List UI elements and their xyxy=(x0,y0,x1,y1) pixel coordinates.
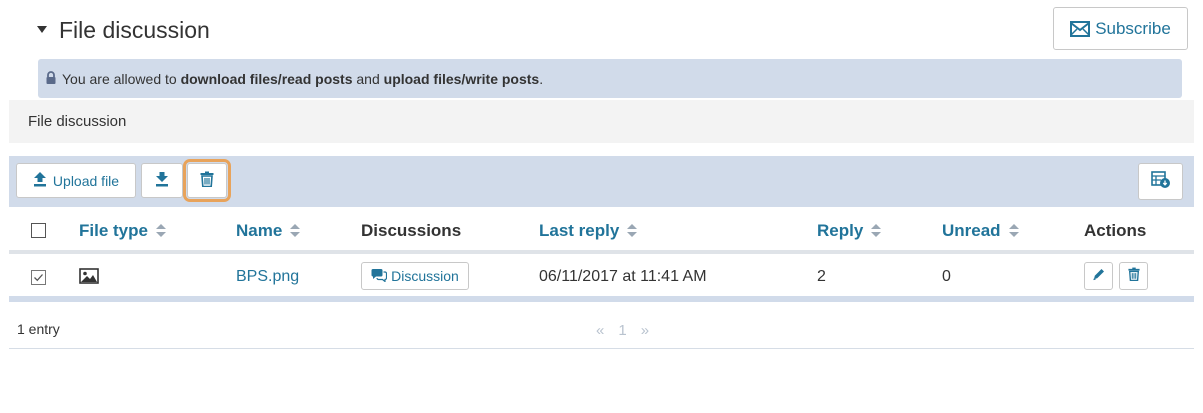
column-header-unread[interactable]: Unread xyxy=(942,221,1020,241)
permission-text-suffix: . xyxy=(539,70,544,87)
column-settings-button[interactable] xyxy=(1138,163,1183,200)
download-icon xyxy=(155,171,169,190)
discussion-button[interactable]: Discussion xyxy=(361,262,469,290)
unread-count: 0 xyxy=(942,268,951,285)
page-header: File discussion Subscribe xyxy=(0,0,1203,58)
column-label-file-type: File type xyxy=(79,221,148,240)
column-label-discussions: Discussions xyxy=(361,221,462,240)
permission-text-prefix: You are allowed to xyxy=(62,70,177,87)
table-row: BPS.png Discussion 06/11/2017 at 11:41 A… xyxy=(9,254,1194,302)
pagination: « 1 » xyxy=(596,322,649,339)
image-icon xyxy=(79,268,99,289)
comments-icon xyxy=(371,268,388,285)
upload-file-button[interactable]: Upload file xyxy=(16,163,136,198)
discussion-label: Discussion xyxy=(391,268,459,284)
envelope-icon xyxy=(1070,20,1091,37)
table-toolbar: Upload file xyxy=(9,156,1194,207)
last-reply-value: 06/11/2017 at 11:41 AM xyxy=(539,268,707,285)
permission-banner: You are allowed to download files/read p… xyxy=(38,59,1182,98)
row-checkbox[interactable] xyxy=(31,270,46,285)
lock-icon xyxy=(46,70,56,87)
upload-icon xyxy=(33,171,47,190)
pagination-page-1[interactable]: 1 xyxy=(618,322,626,339)
column-header-file-type[interactable]: File type xyxy=(79,221,167,241)
files-table: File type Name Discussions Last reply Re… xyxy=(9,207,1194,302)
pagination-prev[interactable]: « xyxy=(596,322,604,339)
file-name-link[interactable]: BPS.png xyxy=(236,268,299,286)
column-label-unread: Unread xyxy=(942,221,1001,240)
sort-icon xyxy=(155,224,167,238)
section-label: File discussion xyxy=(28,113,127,130)
edit-button[interactable] xyxy=(1084,262,1113,290)
delete-selected-button[interactable] xyxy=(183,159,231,202)
sort-icon xyxy=(1008,224,1020,238)
column-header-reply[interactable]: Reply xyxy=(817,221,882,241)
upload-file-label: Upload file xyxy=(52,172,120,189)
section-header: File discussion xyxy=(9,100,1194,143)
sort-icon xyxy=(871,224,882,238)
column-header-name[interactable]: Name xyxy=(236,221,301,241)
permission-text-middle: and xyxy=(356,70,380,87)
download-button[interactable] xyxy=(141,163,183,198)
subscribe-label: Subscribe xyxy=(1095,18,1171,38)
column-label-name: Name xyxy=(236,221,283,240)
page-title: File discussion xyxy=(59,17,210,43)
subscribe-button[interactable]: Subscribe xyxy=(1053,7,1188,50)
delete-row-button[interactable] xyxy=(1119,262,1148,290)
trash-icon xyxy=(1127,267,1140,286)
table-header: File type Name Discussions Last reply Re… xyxy=(9,207,1194,254)
column-header-discussions: Discussions xyxy=(361,221,461,241)
pagination-next[interactable]: » xyxy=(641,322,649,339)
column-header-last-reply[interactable]: Last reply xyxy=(539,221,638,241)
trash-icon xyxy=(200,171,214,190)
collapse-toggle-icon[interactable] xyxy=(37,26,47,33)
select-all-checkbox[interactable] xyxy=(31,223,46,238)
column-label-last-reply: Last reply xyxy=(539,221,620,240)
table-settings-icon xyxy=(1150,171,1171,192)
column-label-actions: Actions xyxy=(1084,221,1147,240)
pencil-icon xyxy=(1092,267,1106,286)
permission-write: upload files/write posts xyxy=(383,70,540,87)
sort-icon xyxy=(627,224,638,238)
column-label-reply: Reply xyxy=(817,221,864,240)
entry-count: 1 entry xyxy=(17,321,60,337)
table-footer: 1 entry « 1 » xyxy=(9,307,1194,349)
reply-count: 2 xyxy=(817,268,826,285)
column-header-actions: Actions xyxy=(1084,221,1146,241)
permission-read: download files/read posts xyxy=(180,70,353,87)
sort-icon xyxy=(290,224,301,238)
